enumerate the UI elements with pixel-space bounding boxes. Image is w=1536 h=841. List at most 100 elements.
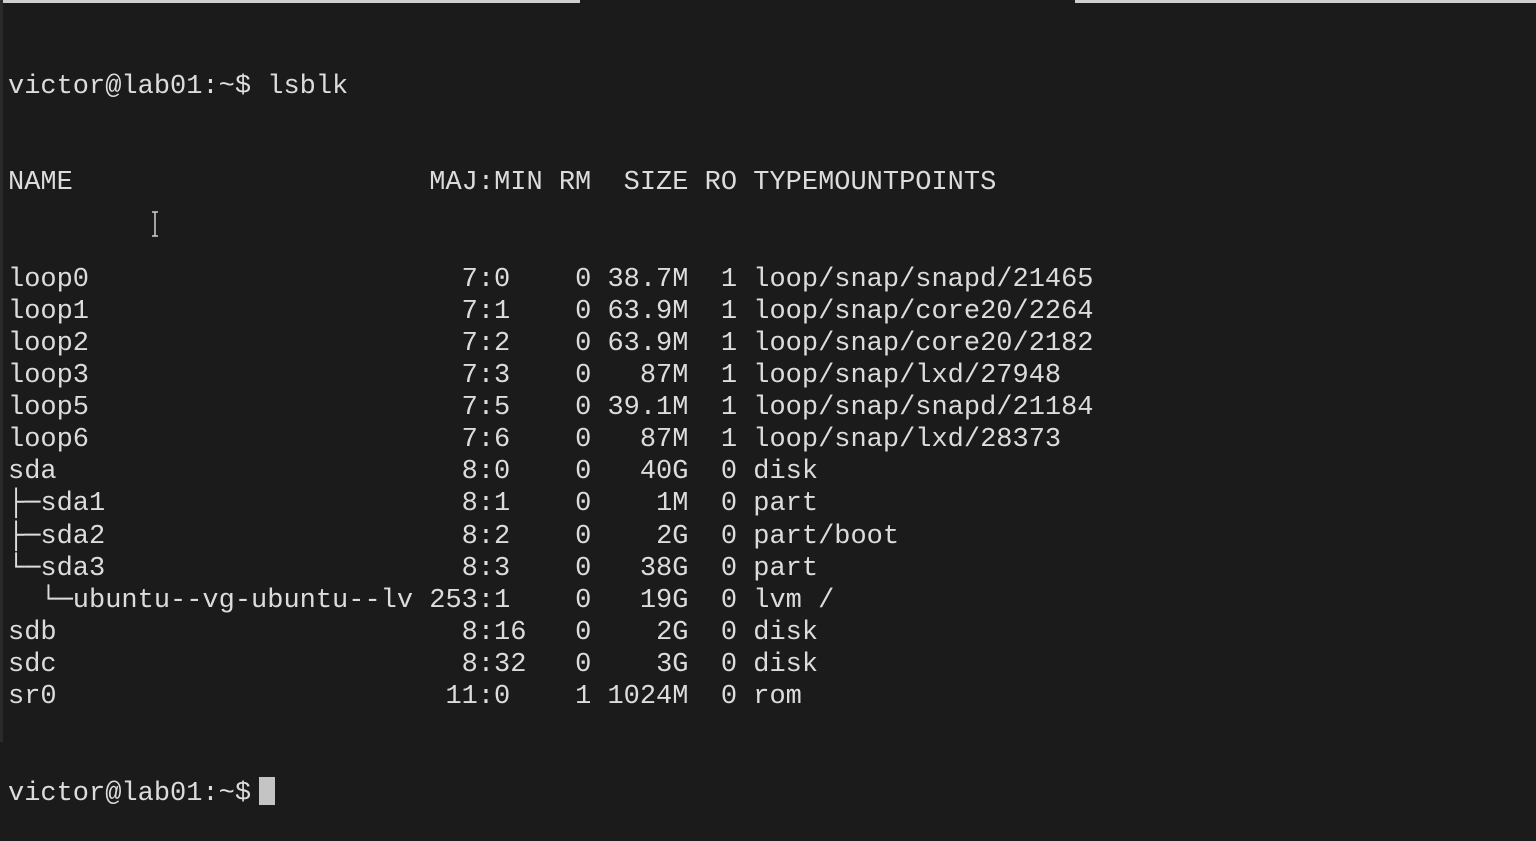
- cell-type: loop: [753, 264, 819, 295]
- cell-size: 1024M: [607, 681, 689, 712]
- table-row: ├─sda2 8:2 0 2G 0 part/boot: [8, 521, 1094, 553]
- cell-size: 2G: [656, 617, 689, 648]
- table-row: loop6 7:6 0 87M 1 loop/snap/lxd/28373: [8, 424, 1094, 456]
- cell-size: 63.9M: [607, 328, 689, 359]
- cell-rm: 0: [575, 264, 592, 295]
- cell-maj-min: 11:0: [445, 681, 511, 712]
- cell-name: sr0: [8, 681, 57, 712]
- cell-name: └─sda3: [8, 553, 106, 584]
- cell-name: └─ubuntu--vg-ubuntu--lv: [8, 585, 414, 616]
- cell-rm: 0: [575, 361, 592, 392]
- cell-size: 1M: [656, 489, 689, 520]
- cell-size: 19G: [639, 585, 689, 616]
- cell-size: 40G: [639, 457, 689, 488]
- cell-ro: 0: [720, 617, 738, 648]
- table-row: loop2 7:2 0 63.9M 1 loop/snap/core20/2182: [8, 328, 1094, 360]
- header-size: SIZE: [623, 168, 689, 199]
- cell-name: sdc: [8, 649, 57, 680]
- cell-size: 87M: [639, 361, 689, 392]
- window-top-border: [0, 0, 580, 3]
- cell-mountpoints: /snap/lxd/27948: [818, 361, 1062, 392]
- cell-name: sda: [8, 457, 57, 488]
- cell-type: loop: [753, 296, 819, 327]
- cell-rm: 0: [575, 457, 592, 488]
- cell-type: loop: [753, 361, 819, 392]
- cell-rm: 0: [575, 585, 592, 616]
- cell-ro: 0: [720, 681, 738, 712]
- cell-mountpoints: /snap/lxd/28373: [818, 425, 1062, 456]
- cell-name: ├─sda1: [8, 489, 106, 520]
- cell-maj-min: 7:3: [461, 361, 511, 392]
- cell-rm: 0: [575, 521, 592, 552]
- cell-rm: 0: [575, 425, 592, 456]
- cell-mountpoints: /snap/snapd/21184: [818, 393, 1094, 424]
- cell-name: loop6: [8, 425, 90, 456]
- cell-type: part: [753, 521, 819, 552]
- cell-maj-min: 8:1: [461, 489, 511, 520]
- cell-type: part: [753, 489, 819, 520]
- cell-size: 2G: [656, 521, 689, 552]
- cell-mountpoints: /snap/snapd/21465: [818, 264, 1094, 295]
- cell-ro: 1: [720, 328, 738, 359]
- device-rows: loop0 7:0 0 38.7M 1 loop/snap/snapd/21465 loop…: [8, 264, 1094, 713]
- cell-name: loop0: [8, 264, 90, 295]
- table-row: loop3 7:3 0 87M 1 loop/snap/lxd/27948: [8, 360, 1094, 392]
- cell-rm: 0: [575, 328, 592, 359]
- cell-ro: 0: [720, 521, 738, 552]
- cell-ro: 0: [720, 489, 738, 520]
- cell-size: 39.1M: [607, 393, 689, 424]
- cell-maj-min: 253:1: [429, 585, 511, 616]
- header-maj-min: MAJ:MIN: [429, 168, 543, 199]
- cell-ro: 0: [720, 457, 738, 488]
- cell-name: loop3: [8, 361, 90, 392]
- table-row: sr0 11:0 1 1024M 0 rom: [8, 681, 1094, 713]
- cell-type: part: [753, 553, 819, 584]
- table-row: loop1 7:1 0 63.9M 1 loop/snap/core20/2264: [8, 296, 1094, 328]
- cell-size: 63.9M: [607, 296, 689, 327]
- header-name: NAME: [8, 168, 73, 199]
- cell-ro: 1: [720, 425, 738, 456]
- table-row: sdb 8:16 0 2G 0 disk: [8, 617, 1094, 649]
- prompt: victor@lab01:~$: [8, 72, 252, 103]
- cell-maj-min: 7:5: [461, 393, 511, 424]
- table-row: sdc 8:32 0 3G 0 disk: [8, 649, 1094, 681]
- cell-type: loop: [753, 425, 819, 456]
- cell-ro: 0: [720, 649, 738, 680]
- table-row: └─ubuntu--vg-ubuntu--lv 253:1 0 19G 0 lvm /: [8, 585, 1094, 617]
- cell-rm: 0: [575, 617, 592, 648]
- cell-size: 38G: [639, 553, 689, 584]
- text-cursor: [259, 777, 276, 806]
- cell-type: rom: [753, 681, 802, 712]
- cell-maj-min: 7:6: [461, 425, 511, 456]
- cell-maj-min: 7:0: [461, 264, 511, 295]
- prompt: victor@lab01:~$: [8, 779, 252, 810]
- command: lsblk: [267, 72, 349, 103]
- cell-rm: 0: [575, 393, 592, 424]
- cell-maj-min: 8:3: [461, 553, 511, 584]
- terminal-output[interactable]: victor@lab01:~$ lsblk NAME MAJ:MIN RM SIZE R…: [8, 7, 1094, 841]
- cell-rm: 0: [575, 553, 592, 584]
- cell-rm: 0: [575, 649, 592, 680]
- cell-mountpoints: /snap/core20/2182: [818, 328, 1094, 359]
- cell-ro: 1: [720, 361, 738, 392]
- cell-type: loop: [753, 328, 819, 359]
- cell-type: loop: [753, 393, 819, 424]
- cell-name: ├─sda2: [8, 521, 106, 552]
- cell-ro: 1: [720, 264, 738, 295]
- cell-mountpoints: /: [818, 585, 835, 616]
- cell-maj-min: 8:16: [461, 617, 527, 648]
- cell-name: loop1: [8, 296, 90, 327]
- table-row: ├─sda1 8:1 0 1M 0 part: [8, 488, 1094, 520]
- cell-name: loop5: [8, 393, 90, 424]
- cell-type: disk: [753, 617, 819, 648]
- prompt-line[interactable]: victor@lab01:~$: [8, 777, 1094, 809]
- cell-size: 87M: [639, 425, 689, 456]
- cell-maj-min: 8:2: [461, 521, 511, 552]
- table-row: loop5 7:5 0 39.1M 1 loop/snap/snapd/21184: [8, 392, 1094, 424]
- table-row: sda 8:0 0 40G 0 disk: [8, 456, 1094, 488]
- cell-rm: 0: [575, 489, 592, 520]
- table-header: NAME MAJ:MIN RM SIZE RO TYPEMOUNTPOINTS: [8, 167, 1094, 199]
- cell-mountpoints: /snap/core20/2264: [818, 296, 1094, 327]
- cell-name: sdb: [8, 617, 57, 648]
- header-rm: RM: [558, 168, 592, 199]
